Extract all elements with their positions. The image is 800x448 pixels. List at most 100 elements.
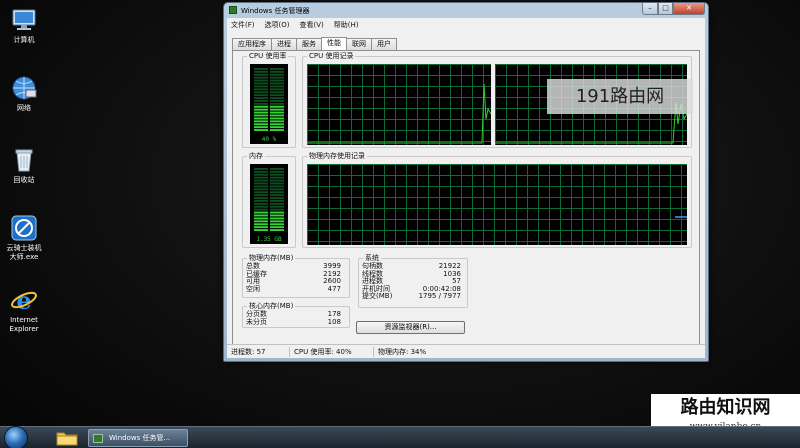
memory-meter-segment [254,179,268,182]
tab-services[interactable]: 服务 [296,38,322,50]
cpu-meter-segment [254,88,268,91]
memory-meter-segment [270,226,284,229]
memory-meter-segment [270,185,284,188]
stat-label: 空闲 [246,284,260,293]
memory-meter-bars: 1.35 GB [254,168,284,243]
memory-meter-segment [270,168,284,170]
cpu-meter-segment [270,126,284,129]
kernel-memory-table: 分页数 178 未分页 108 [246,310,341,327]
system-table: 句柄数 21922 线程数 1036 进程数 57 开机时间 0:00:42:08 提交… [362,262,461,301]
cpu-meter-segment [270,91,284,94]
memory-meter-segment [254,223,268,226]
cpu-meter-segment [270,120,284,123]
menu-view[interactable]: 查看(V) [299,20,323,30]
memory-meter-segment [254,226,268,229]
memory-meter-segment [270,214,284,217]
memory-meter-segment [254,214,268,217]
explorer-folder-icon[interactable] [55,430,79,446]
start-button[interactable] [4,426,28,448]
tab-networking[interactable]: 联网 [346,38,372,50]
cpu-meter-segment [254,129,268,131]
cpu-meter-segment [254,126,268,129]
tab-strip: 应用程序 进程 服务 性能 联网 用户 [232,37,397,50]
resource-monitor-button[interactable]: 资源监视器(R)... [356,321,465,334]
memory-meter-segment [254,182,268,185]
cpu-meter-segment [254,120,268,123]
memory-meter-segment [254,191,268,194]
memory-meter-segment [254,188,268,191]
desktop-icon-recycle-bin[interactable]: 回收站 [2,146,46,185]
menu-options[interactable]: 选项(O) [265,20,290,30]
minimize-button[interactable]: – [642,3,658,15]
memory-meter-segment [270,200,284,202]
status-cpu-usage: CPU 使用率: 40% [289,346,373,357]
taskbar-task-manager-button[interactable]: Windows 任务管... [88,429,188,447]
cpu-meter-segment [254,102,268,105]
title-bar[interactable]: Windows 任务管理器 – □ ✕ [224,3,708,17]
menu-help[interactable]: 帮助(H) [334,20,359,30]
memory-meter-segment [270,182,284,185]
memory-meter-segment [254,205,268,208]
cpu-meter-segment [254,94,268,97]
cpu-meter-segment [254,76,268,79]
cpu-meter-segment [270,117,284,120]
task-manager-icon [229,6,237,14]
cpu-meter-segment [270,97,284,99]
tab-users[interactable]: 用户 [371,38,397,50]
cpu-meter-segment [254,68,268,70]
memory-history-title: 物理内存使用记录 [307,152,367,161]
desktop-icon-label: Internet [10,316,38,324]
memory-meter-segment [254,202,268,205]
cpu-meter-segment [254,123,268,126]
memory-meter-segment [270,179,284,182]
memory-meter-segment [270,176,284,179]
memory-meter-segment [254,194,268,197]
task-manager-window[interactable]: Windows 任务管理器 – □ ✕ 文件(F) 选项(O) 查看(V) 帮助… [223,2,709,362]
memory-meter-value-label: 1.35 GB [256,236,282,243]
stat-row: 可用 2600 [246,277,341,286]
cpu-meter-segment [254,79,268,82]
taskbar-app-label: Windows 任务管... [109,434,171,442]
desktop-icon-ie[interactable]: e Internet Explorer [2,286,46,334]
cpu-meter-segment [270,76,284,79]
tab-processes[interactable]: 进程 [271,38,297,50]
stat-label: 未分页 [246,317,267,326]
cpu-meter-segment [270,68,284,70]
memory-history-graph [307,164,687,245]
recycle-bin-icon [15,149,33,172]
memory-meter-segment [254,220,268,223]
cpu-usage-meter: 40 % [250,64,288,144]
memory-meter: 1.35 GB [250,164,288,244]
kernel-memory-group: 核心内存(MB) 分页数 178 未分页 108 [242,302,350,328]
taskbar: Windows 任务管... [0,426,800,448]
cpu-history-graph-core1 [307,64,492,145]
cpu-meter-segment [270,102,284,105]
cpu-meter-segment [270,129,284,131]
stat-row: 提交(MB) 1795 / 7977 [362,292,461,301]
stat-row: 未分页 108 [246,317,341,327]
close-button[interactable]: ✕ [673,3,705,15]
memory-meter-segment [254,197,268,199]
watermark-title: 路由知识网 [680,397,771,418]
desktop-icon-computer[interactable]: 计算机 [2,6,46,45]
memory-meter-segment [270,170,284,173]
desktop-icon-label: 回收站 [13,176,35,184]
maximize-button[interactable]: □ [658,3,673,15]
system-group: 系统 句柄数 21922 线程数 1036 进程数 57 开机时间 0:00:42:08… [358,254,468,308]
tab-performance[interactable]: 性能 [321,37,347,50]
memory-meter-segment [270,223,284,226]
cpu-meter-bars: 40 % [254,68,284,143]
memory-meter-segment [254,229,268,231]
menu-file[interactable]: 文件(F) [231,20,255,30]
memory-meter-segment [254,168,268,170]
physical-memory-group: 物理内存(MB) 总数 3999 已缓存 2192 可用 2600 空闲 477 [242,254,350,298]
cpu-meter-segment [254,108,268,111]
watermark-191luyou: 191路由网 [547,79,693,114]
desktop-icon-network[interactable]: 网络 [2,74,46,113]
desktop-icon-label: 大师.exe [9,253,39,261]
desktop-icon-yunqishi[interactable]: 云骑士装机 大师.exe [2,214,46,262]
memory-meter-segment [270,197,284,199]
tab-applications[interactable]: 应用程序 [232,38,272,50]
app-icon [11,215,37,241]
memory-meter-segment [254,176,268,179]
